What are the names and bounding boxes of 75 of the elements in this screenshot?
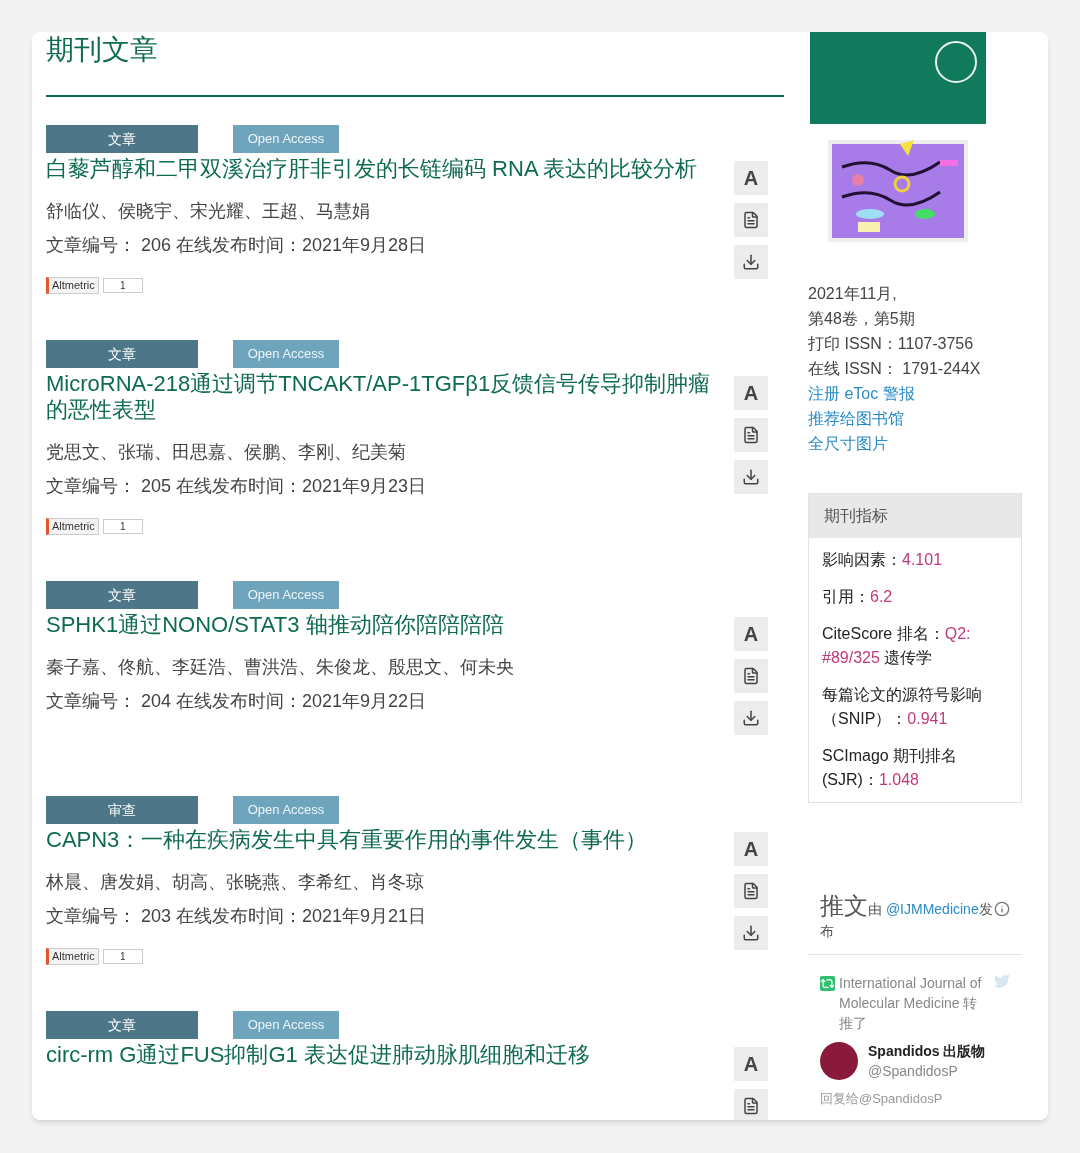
open-access-badge: Open Access (233, 125, 339, 153)
metric-item: CiteScore 排名：Q2: #89/325 遗传学 (822, 624, 972, 668)
abstract-button[interactable]: A (734, 161, 768, 195)
metric-item: SCImago 期刊排名 (SJR)：1.048 (822, 746, 959, 790)
sidebar-link[interactable]: 全尺寸图片 (808, 431, 1022, 456)
article-title-link[interactable]: SPHK1通过NONO/STAT3 轴推动陪你陪陪陪陪 (46, 612, 720, 638)
article-meta: 文章编号： 206 在线发布时间：2021年9月28日 (46, 234, 428, 257)
article-authors: 林晨、唐发娟、胡高、张晓燕、李希红、肖冬琼 (46, 871, 425, 894)
download-icon (742, 709, 760, 727)
article-title-link[interactable]: CAPN3：一种在疾病发生中具有重要作用的事件发生（事件） (46, 827, 720, 853)
metric-item: 影响因素：4.101 (822, 550, 944, 570)
article-authors: 秦子嘉、佟航、李廷浩、曹洪浩、朱俊龙、殷思文、何未央 (46, 656, 515, 679)
document-icon (742, 426, 760, 444)
document-icon (742, 1097, 760, 1115)
download-icon (742, 924, 760, 942)
download-button[interactable] (734, 460, 768, 494)
altmetric-badge[interactable]: Altmetric (46, 277, 99, 294)
altmetric-count: 1 (102, 519, 143, 534)
reply-note: 回复给@SpandidosP (819, 1090, 944, 1108)
document-icon (742, 667, 760, 685)
sidebar-link[interactable]: 推荐给图书馆 (808, 406, 1022, 431)
download-icon (742, 253, 760, 271)
issue-info: 打印 ISSN：1107-3756 (808, 334, 975, 354)
retweet-note: International Journal of Molecular Medicine 转推了 (839, 974, 983, 1033)
avatar (820, 1042, 858, 1080)
article-type-badge: 审查 (46, 796, 198, 824)
open-access-badge: Open Access (233, 340, 339, 368)
article-type-badge: 文章 (46, 340, 198, 368)
abstract-button[interactable]: A (734, 617, 768, 651)
article-type-badge: 文章 (46, 1011, 198, 1039)
issue-info: 2021年11月, (808, 284, 898, 304)
tweet-author-handle[interactable]: @SpandidosP (868, 1061, 986, 1081)
open-access-badge: Open Access (233, 1011, 339, 1039)
article-authors: 舒临仪、侯晓宇、宋光耀、王超、马慧娟 (46, 200, 371, 223)
article-title-link[interactable]: 白藜芦醇和二甲双溪治疗肝非引发的长链编码 RNA 表达的比较分析 (46, 156, 720, 182)
article-meta: 文章编号： 203 在线发布时间：2021年9月21日 (46, 905, 428, 928)
tweet-author-name[interactable]: Spandidos 出版物 (868, 1041, 986, 1061)
article-type-badge: 文章 (46, 581, 198, 609)
article-authors: 党思文、张瑞、田思嘉、侯鹏、李刚、纪美菊 (46, 441, 407, 464)
open-access-badge: Open Access (233, 796, 339, 824)
article-title-link[interactable]: MicroRNA-218通过调节TNCAKT/AP-1TGFβ1反馈信号传导抑制肿瘤的恶性表型 (46, 371, 720, 423)
sidebar-link[interactable]: 注册 eToc 警报 (808, 381, 1022, 406)
download-button[interactable] (734, 916, 768, 950)
abstract-button[interactable]: A (734, 832, 768, 866)
issue-info: 第48卷，第5期 (808, 309, 916, 329)
pdf-button[interactable] (734, 659, 768, 693)
retweet-icon (820, 976, 835, 991)
page-heading: 期刊文章 (46, 33, 159, 67)
article-type-badge: 文章 (46, 125, 198, 153)
document-icon (742, 211, 760, 229)
download-button[interactable] (734, 245, 768, 279)
abstract-button[interactable]: A (734, 1047, 768, 1081)
download-button[interactable] (734, 701, 768, 735)
metric-item: 每篇论文的源符号影响（SNIP）：0.941 (822, 685, 983, 729)
open-access-badge: Open Access (233, 581, 339, 609)
info-icon (994, 901, 1010, 917)
altmetric-count: 1 (102, 949, 143, 964)
download-icon (742, 468, 760, 486)
altmetric-badge[interactable]: Altmetric (46, 948, 99, 965)
issue-info: 在线 ISSN： 1791-244X (808, 359, 982, 379)
pdf-button[interactable] (734, 418, 768, 452)
pdf-button[interactable] (734, 874, 768, 908)
pdf-button[interactable] (734, 203, 768, 237)
abstract-button[interactable]: A (734, 376, 768, 410)
metrics-title: 期刊指标 (809, 494, 1021, 538)
pdf-button[interactable] (734, 1089, 768, 1120)
document-icon (742, 882, 760, 900)
metric-item: 引用：6.2 (822, 587, 894, 607)
bird-icon (994, 973, 1010, 989)
article-meta: 文章编号： 205 在线发布时间：2021年9月23日 (46, 475, 428, 498)
altmetric-badge[interactable]: Altmetric (46, 518, 99, 535)
altmetric-count: 1 (102, 278, 143, 293)
article-meta: 文章编号： 204 在线发布时间：2021年9月22日 (46, 690, 428, 713)
article-title-link[interactable]: circ-rm G通过FUS抑制G1 表达促进肺动脉肌细胞和迁移 (46, 1042, 720, 1068)
tweets-heading: 推文 由 @IJMMedicine发布 (820, 895, 994, 941)
